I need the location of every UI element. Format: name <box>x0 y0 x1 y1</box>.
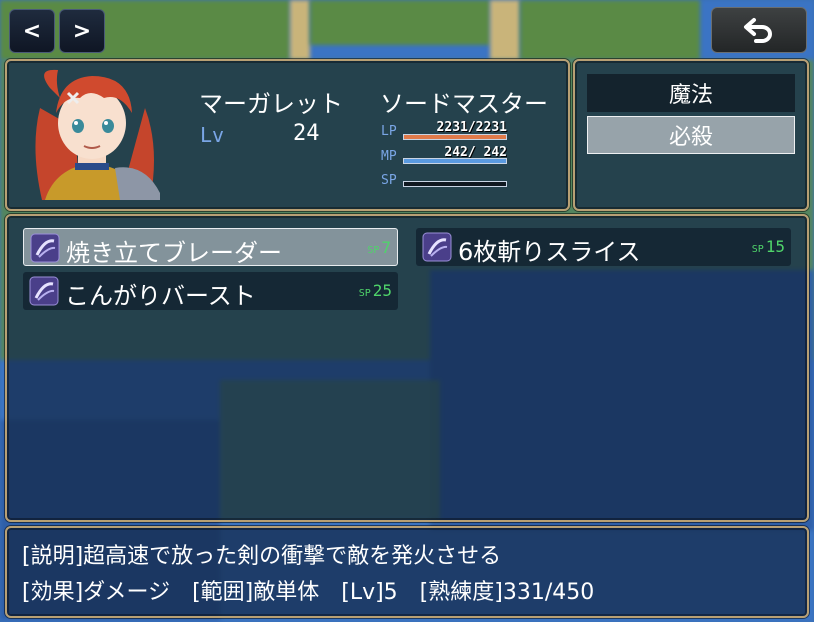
prev-actor-button[interactable]: < <box>9 9 55 53</box>
skill-description: [説明]超高速で放った剣の衝撃で敵を発火させる <box>22 544 502 569</box>
lp-label: LP <box>381 124 397 139</box>
return-arrow-icon <box>744 18 772 43</box>
actor-name: マーガレット <box>199 90 343 118</box>
skill-type-magic-label: 魔法 <box>668 83 713 108</box>
mp-value: 242/ 242 <box>444 145 507 160</box>
skill-cost: SP 25 <box>358 281 392 300</box>
skill-item-kongari-burst[interactable]: こんがりバースト SP 25 <box>23 272 398 310</box>
skill-name: こんがりバースト <box>65 282 256 310</box>
prev-label: < <box>22 18 42 44</box>
sword-slash-icon <box>422 232 452 262</box>
sp-gauge <box>403 181 507 187</box>
lp-value: 2231/2231 <box>436 120 507 135</box>
sword-slash-icon <box>30 233 60 263</box>
actor-portrait <box>20 68 165 200</box>
sp-label: SP <box>381 173 397 188</box>
next-label: > <box>72 18 92 44</box>
sword-slash-icon <box>29 276 59 306</box>
back-button[interactable] <box>711 7 807 53</box>
skill-cost: SP 7 <box>367 238 391 257</box>
mp-label: MP <box>381 149 397 164</box>
skill-cost: SP 15 <box>751 237 785 256</box>
skill-type-magic[interactable]: 魔法 <box>587 74 795 112</box>
next-actor-button[interactable]: > <box>59 9 105 53</box>
skill-name: 6枚斬りスライス <box>458 238 641 266</box>
skill-type-special[interactable]: 必殺 <box>587 116 795 154</box>
lp-gauge-fill <box>404 135 506 139</box>
skill-item-yakitate-blader[interactable]: 焼き立てブレーダー SP 7 <box>23 228 398 267</box>
skill-item-6mai-giri-slice[interactable]: 6枚斬りスライス SP 15 <box>416 228 791 266</box>
skill-type-special-label: 必殺 <box>668 125 713 150</box>
skill-details: [効果]ダメージ [範囲]敵単体 [Lv]5 [熟練度]331/450 <box>22 580 595 605</box>
level-label: Lv <box>200 123 225 147</box>
skill-name: 焼き立てブレーダー <box>66 239 282 267</box>
level-value: 24 <box>293 121 320 146</box>
actor-class: ソードマスター <box>380 90 548 118</box>
